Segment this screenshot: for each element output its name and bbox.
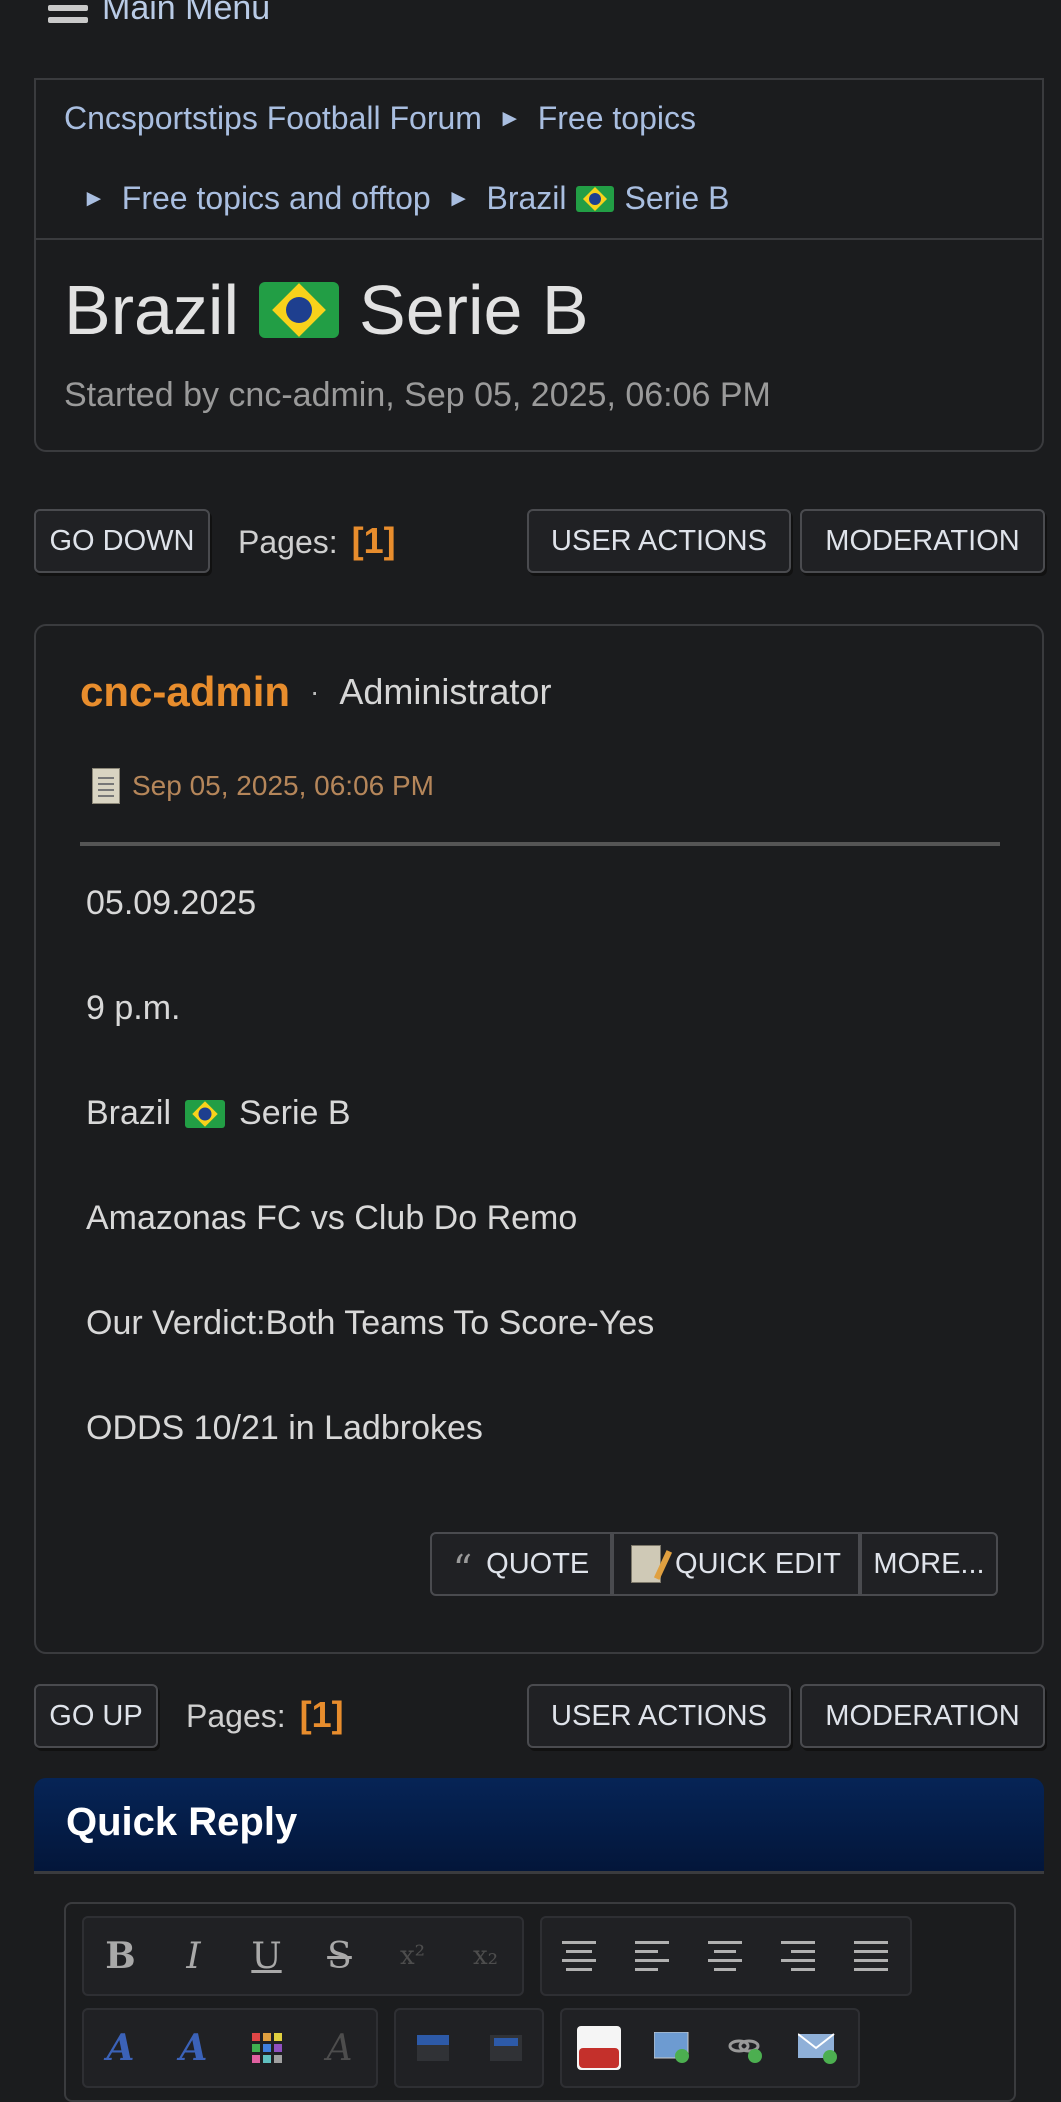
text-format-group: B I U S x² x₂ xyxy=(82,1916,524,1996)
pre-format-button[interactable] xyxy=(542,1920,615,1992)
bold-button[interactable]: B xyxy=(84,1920,157,1992)
quote-button[interactable]: “ Quote xyxy=(430,1532,612,1596)
breadcrumb: Cncsportstips Football Forum ► Free topi… xyxy=(34,78,1044,240)
post-line-league: Brazil Serie B xyxy=(86,1094,351,1133)
justify-button[interactable] xyxy=(834,1920,907,1992)
quick-reply-title: Quick Reply xyxy=(66,1800,298,1844)
separator-dot: · xyxy=(310,676,320,707)
pagination-top: Pages: [1] xyxy=(238,520,396,562)
moderation-button[interactable]: Moderation xyxy=(800,509,1045,573)
insert-table-button[interactable] xyxy=(396,2012,469,2084)
code-icon xyxy=(489,2035,522,2061)
insert-code-button[interactable] xyxy=(469,2012,542,2084)
align-right-button[interactable] xyxy=(761,1920,834,1992)
insert-link-button[interactable] xyxy=(708,2012,781,2084)
subscript-button[interactable]: x₂ xyxy=(449,1920,522,1992)
document-icon xyxy=(92,768,120,804)
brazil-flag-icon xyxy=(576,185,615,212)
quick-reply-header[interactable]: Quick Reply xyxy=(34,1778,1044,1874)
post-actions: “ Quote Quick Edit More... xyxy=(430,1532,998,1596)
user-actions-button[interactable]: User actions xyxy=(527,1684,791,1748)
insert-email-button[interactable] xyxy=(781,2012,854,2084)
font-face-button[interactable]: A xyxy=(84,2012,157,2084)
table-group xyxy=(394,2008,544,2088)
go-down-button[interactable]: Go Down xyxy=(34,509,210,573)
font-group: A A A xyxy=(82,2008,378,2088)
underline-button[interactable]: U xyxy=(230,1920,303,1992)
author-name-link[interactable]: cnc-admin xyxy=(80,668,290,716)
breadcrumb-current[interactable]: Brazil Serie B xyxy=(486,180,729,217)
page-title-prefix: Brazil xyxy=(64,271,240,349)
editor-toolbar: B I U S x² x₂ A A A xyxy=(64,1902,1016,2102)
user-actions-button[interactable]: User actions xyxy=(527,509,791,573)
brazil-flag-icon xyxy=(185,1099,226,1128)
youtube-icon xyxy=(576,2026,621,2070)
breadcrumb-arrow-icon: ► xyxy=(497,104,522,132)
breadcrumb-link-free-topics[interactable]: Free topics xyxy=(538,100,696,137)
alignment-group xyxy=(540,1916,912,1996)
color-grid-icon xyxy=(251,2033,282,2063)
page-number-link[interactable]: [1] xyxy=(352,520,396,562)
media-group xyxy=(560,2008,860,2088)
post-card: cnc-admin · Administrator Sep 05, 2025, … xyxy=(34,624,1044,1654)
remove-format-button[interactable]: A xyxy=(303,2012,376,2084)
go-up-button[interactable]: Go Up xyxy=(34,1684,158,1748)
align-right-icon xyxy=(780,1941,815,1971)
page-title: Brazil Serie B xyxy=(64,270,589,350)
table-icon xyxy=(416,2035,449,2061)
breadcrumb-link-forum[interactable]: Cncsportstips Football Forum xyxy=(64,100,482,137)
post-line-time: 9 p.m. xyxy=(86,989,181,1027)
align-center-button[interactable] xyxy=(688,1920,761,1992)
quote-icon: “ xyxy=(452,1547,473,1591)
post-divider xyxy=(80,842,1000,846)
breadcrumb-link-offtop[interactable]: Free topics and offtop xyxy=(122,180,431,217)
italic-button[interactable]: I xyxy=(157,1920,230,1992)
youtube-button[interactable] xyxy=(562,2012,635,2084)
author-role: Administrator xyxy=(339,671,552,712)
edit-icon xyxy=(631,1545,662,1583)
align-left-icon xyxy=(634,1941,669,1971)
strikethrough-button[interactable]: S xyxy=(303,1920,376,1992)
post-line-date: 05.09.2025 xyxy=(86,884,257,922)
page-title-suffix: Serie B xyxy=(359,271,589,349)
main-menu-button[interactable]: Main Menu xyxy=(48,0,270,28)
quick-edit-label: Quick Edit xyxy=(675,1547,841,1580)
color-grid-button[interactable] xyxy=(230,2012,303,2084)
post-league-prefix: Brazil xyxy=(86,1094,172,1132)
brazil-flag-icon xyxy=(259,282,340,338)
post-line-verdict: Our Verdict:Both Teams To Score-Yes xyxy=(86,1304,655,1342)
post-date-text: Sep 05, 2025, 06:06 PM xyxy=(132,770,434,801)
moderation-button[interactable]: Moderation xyxy=(800,1684,1045,1748)
breadcrumb-arrow-icon: ► xyxy=(82,184,106,212)
topic-started-by: Started by cnc-admin, Sep 05, 2025, 06:0… xyxy=(64,376,771,414)
breadcrumb-current-prefix: Brazil xyxy=(486,180,567,216)
quick-edit-button[interactable]: Quick Edit xyxy=(612,1532,860,1596)
post-line-odds: ODDS 10/21 in Ladbrokes xyxy=(86,1409,483,1447)
insert-image-button[interactable] xyxy=(635,2012,708,2084)
quote-label: Quote xyxy=(486,1547,590,1580)
link-icon xyxy=(728,2039,762,2063)
align-left-button[interactable] xyxy=(615,1920,688,1992)
main-menu-label: Main Menu xyxy=(102,0,271,27)
post-date[interactable]: Sep 05, 2025, 06:06 PM xyxy=(92,768,434,804)
pre-format-icon xyxy=(561,1941,596,1971)
post-league-suffix: Serie B xyxy=(239,1094,351,1132)
breadcrumb-arrow-icon: ► xyxy=(446,184,471,212)
more-button[interactable]: More... xyxy=(860,1532,998,1596)
image-icon xyxy=(653,2032,689,2063)
pagination-bottom: Pages: [1] xyxy=(186,1694,344,1736)
font-size-button[interactable]: A xyxy=(157,2012,230,2084)
justify-icon xyxy=(853,1941,888,1971)
page-number-link[interactable]: [1] xyxy=(300,1694,344,1736)
align-center-icon xyxy=(707,1941,742,1971)
hamburger-icon xyxy=(48,0,88,23)
email-icon xyxy=(797,2033,837,2064)
post-author: cnc-admin · Administrator xyxy=(80,668,551,716)
topic-header: Brazil Serie B Started by cnc-admin, Sep… xyxy=(34,240,1044,452)
breadcrumb-current-suffix: Serie B xyxy=(624,180,730,216)
pages-label: Pages: xyxy=(186,1698,286,1734)
post-line-match: Amazonas FC vs Club Do Remo xyxy=(86,1199,578,1237)
pages-label: Pages: xyxy=(238,524,338,560)
superscript-button[interactable]: x² xyxy=(376,1920,449,1992)
